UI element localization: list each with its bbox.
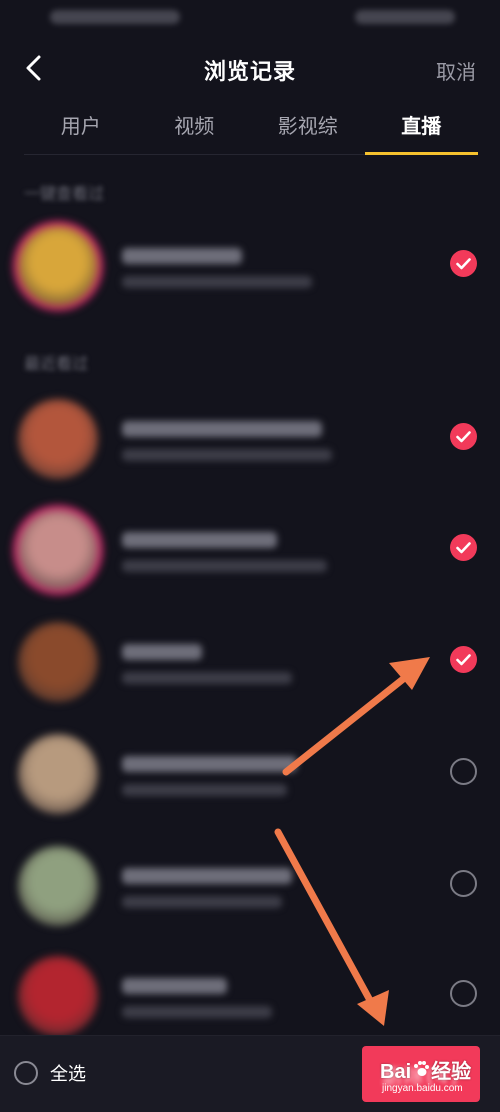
avatar (18, 734, 98, 814)
avatar (18, 956, 98, 1036)
status-bar (0, 0, 500, 36)
desc-placeholder (122, 1006, 272, 1018)
section-label-first: 一键查看过 (24, 184, 105, 203)
tab-live[interactable]: 直播 (364, 100, 479, 155)
page-title: 浏览记录 (203, 60, 296, 85)
list-item[interactable] (0, 720, 500, 830)
delete-button-label: 删除(4) (381, 1063, 461, 1088)
desc-placeholder (122, 276, 312, 288)
checkmark-icon (456, 653, 471, 665)
select-checkbox[interactable] (450, 758, 477, 785)
name-placeholder (122, 644, 202, 660)
delete-button[interactable]: 删除(4) (362, 1046, 480, 1102)
list-item[interactable] (0, 385, 500, 495)
bottom-action-bar: 全选 删除(4) (0, 1035, 500, 1112)
tab-videos[interactable]: 视频 (138, 100, 252, 154)
select-all-toggle[interactable]: 全选 (14, 1060, 86, 1086)
checkmark-icon (456, 257, 471, 269)
select-checkbox[interactable] (450, 980, 477, 1007)
tab-users[interactable]: 用户 (24, 100, 138, 154)
name-placeholder (122, 248, 242, 264)
desc-placeholder (122, 449, 332, 461)
select-checkbox[interactable] (450, 423, 477, 450)
name-placeholder (122, 978, 227, 994)
avatar (18, 622, 98, 702)
select-checkbox[interactable] (450, 646, 477, 673)
select-checkbox[interactable] (450, 534, 477, 561)
name-placeholder (122, 421, 322, 437)
list-item[interactable] (0, 496, 500, 606)
desc-placeholder (122, 672, 292, 684)
avatar (18, 846, 98, 926)
select-all-label: 全选 (50, 1064, 86, 1085)
checkmark-icon (456, 430, 471, 442)
select-checkbox[interactable] (450, 870, 477, 897)
avatar (18, 510, 98, 590)
cancel-button[interactable]: 取消 (436, 56, 476, 85)
name-placeholder (122, 756, 297, 772)
list-item[interactable] (0, 832, 500, 942)
select-all-checkbox[interactable] (14, 1061, 38, 1085)
avatar (18, 226, 98, 306)
name-placeholder (122, 868, 292, 884)
list-item[interactable] (0, 212, 500, 322)
select-checkbox[interactable] (450, 250, 477, 277)
name-placeholder (122, 532, 277, 548)
status-left-blur (50, 10, 180, 24)
status-right-blur (355, 10, 455, 24)
avatar (18, 399, 98, 479)
section-label-second: 最近看过 (24, 354, 89, 373)
header: 浏览记录 取消 (0, 40, 500, 96)
desc-placeholder (122, 784, 287, 796)
tab-film-tv[interactable]: 影视综 (251, 100, 365, 154)
desc-placeholder (122, 896, 282, 908)
list-item[interactable] (0, 608, 500, 718)
desc-placeholder (122, 560, 327, 572)
checkmark-icon (456, 541, 471, 553)
tab-bar: 用户 视频 影视综 直播 (24, 100, 478, 155)
